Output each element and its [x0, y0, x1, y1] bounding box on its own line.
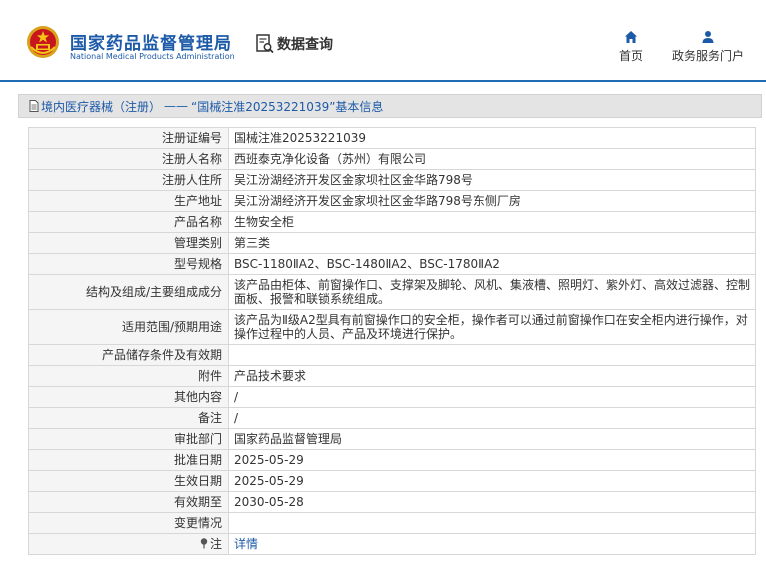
document-icon [29, 100, 39, 112]
note-label: 注 [209, 537, 222, 551]
field-value: 西班泰克净化设备（苏州）有限公司 [228, 148, 756, 170]
table-row: 变更情况 [28, 512, 756, 534]
breadcrumb-current: “国械注准20253221039”基本信息 [191, 99, 384, 114]
table-row: 备注 / [28, 407, 756, 429]
table-row: 适用范围/预期用途 该产品为Ⅱ级A2型具有前窗操作口的安全柜，操作者可以通过前窗操… [28, 309, 756, 345]
table-row: 产品名称 生物安全柜 [28, 211, 756, 233]
table-row: 注册人名称 西班泰克净化设备（苏州）有限公司 [28, 148, 756, 170]
field-label: 审批部门 [28, 428, 229, 450]
field-label: 适用范围/预期用途 [28, 309, 229, 345]
table-row: 产品储存条件及有效期 [28, 344, 756, 366]
table-row: 生产地址 吴江汾湖经济开发区金家坝社区金华路798号东侧厂房 [28, 190, 756, 212]
field-value: 2030-05-28 [228, 491, 756, 513]
home-icon [625, 31, 637, 43]
field-label: 变更情况 [28, 512, 229, 534]
table-row: 结构及组成/主要组成成分 该产品由柜体、前窗操作口、支撑架及脚轮、风机、集液槽、照… [28, 274, 756, 310]
note-label-cell: 注 [28, 533, 229, 555]
field-label: 备注 [28, 407, 229, 429]
table-row: 型号规格 BSC-1180ⅡA2、BSC-1480ⅡA2、BSC-1780ⅡA2 [28, 253, 756, 275]
field-value: 产品技术要求 [228, 365, 756, 387]
field-value: BSC-1180ⅡA2、BSC-1480ⅡA2、BSC-1780ⅡA2 [228, 253, 756, 275]
table-row: 管理类别 第三类 [28, 232, 756, 254]
table-row: 批准日期 2025-05-29 [28, 449, 756, 471]
data-query-link[interactable]: 数据查询 [256, 34, 333, 54]
field-value: 国械注准20253221039 [228, 127, 756, 149]
table-row: 注册人住所 吴江汾湖经济开发区金家坝社区金华路798号 [28, 169, 756, 191]
field-value: 国家药品监督管理局 [228, 428, 756, 450]
field-value: 该产品为Ⅱ级A2型具有前窗操作口的安全柜，操作者可以通过前窗操作口在安全柜内进行… [228, 309, 756, 345]
detail-link[interactable]: 详情 [234, 537, 258, 551]
nav-home-label: 首页 [618, 49, 643, 63]
table-row: 有效期至 2030-05-28 [28, 491, 756, 513]
field-label: 注册人住所 [28, 169, 229, 191]
breadcrumb-category-link[interactable]: 境内医疗器械（注册） [41, 98, 161, 115]
field-label: 生效日期 [28, 470, 229, 492]
field-label: 产品名称 [28, 211, 229, 233]
site-title: 国家药品监督管理局 [70, 34, 232, 54]
field-label: 批准日期 [28, 449, 229, 471]
field-value: 吴江汾湖经济开发区金家坝社区金华路798号 [228, 169, 756, 191]
table-row: 生效日期 2025-05-29 [28, 470, 756, 492]
field-value [228, 344, 756, 366]
site-header: 国家药品监督管理局 National Medical Products Admi… [0, 0, 766, 82]
note-value: 详情 [228, 533, 756, 555]
field-value: 吴江汾湖经济开发区金家坝社区金华路798号东侧厂房 [228, 190, 756, 212]
field-value: / [228, 407, 756, 429]
field-label: 注册证编号 [28, 127, 229, 149]
field-value: 生物安全柜 [228, 211, 756, 233]
field-value: 2025-05-29 [228, 470, 756, 492]
registration-info-table: 注册证编号 国械注准20253221039 注册人名称 西班泰克净化设备（苏州）有限… [28, 127, 756, 555]
table-row: 附件 产品技术要求 [28, 365, 756, 387]
field-label: 结构及组成/主要组成成分 [28, 274, 229, 310]
person-icon [702, 31, 714, 43]
table-row: 审批部门 国家药品监督管理局 [28, 428, 756, 450]
field-label: 其他内容 [28, 386, 229, 408]
field-value: 2025-05-29 [228, 449, 756, 471]
field-label: 生产地址 [28, 190, 229, 212]
site-subtitle: National Medical Products Administration [70, 52, 235, 61]
nav-service-portal-label: 政务服务门户 [671, 49, 744, 63]
pin-icon [200, 538, 208, 549]
table-row: 其他内容 / [28, 386, 756, 408]
field-label: 附件 [28, 365, 229, 387]
field-label: 注册人名称 [28, 148, 229, 170]
field-label: 管理类别 [28, 232, 229, 254]
breadcrumb: 境内医疗器械（注册） —— “国械注准20253221039”基本信息 [18, 94, 762, 118]
breadcrumb-separator: —— [164, 99, 189, 113]
document-search-icon [256, 34, 274, 54]
nav-home[interactable]: 首页 [612, 30, 650, 64]
national-emblem-icon [27, 26, 59, 58]
field-label: 型号规格 [28, 253, 229, 275]
field-value [228, 512, 756, 534]
field-value: 第三类 [228, 232, 756, 254]
field-value: 该产品由柜体、前窗操作口、支撑架及脚轮、风机、集液槽、照明灯、紫外灯、高效过滤器… [228, 274, 756, 310]
table-row: 注册证编号 国械注准20253221039 [28, 127, 756, 149]
nav-service-portal[interactable]: 政务服务门户 [666, 30, 750, 64]
field-label: 有效期至 [28, 491, 229, 513]
field-label: 产品储存条件及有效期 [28, 344, 229, 366]
data-query-label: 数据查询 [277, 37, 333, 53]
field-value: / [228, 386, 756, 408]
table-row: 注 详情 [28, 533, 756, 555]
